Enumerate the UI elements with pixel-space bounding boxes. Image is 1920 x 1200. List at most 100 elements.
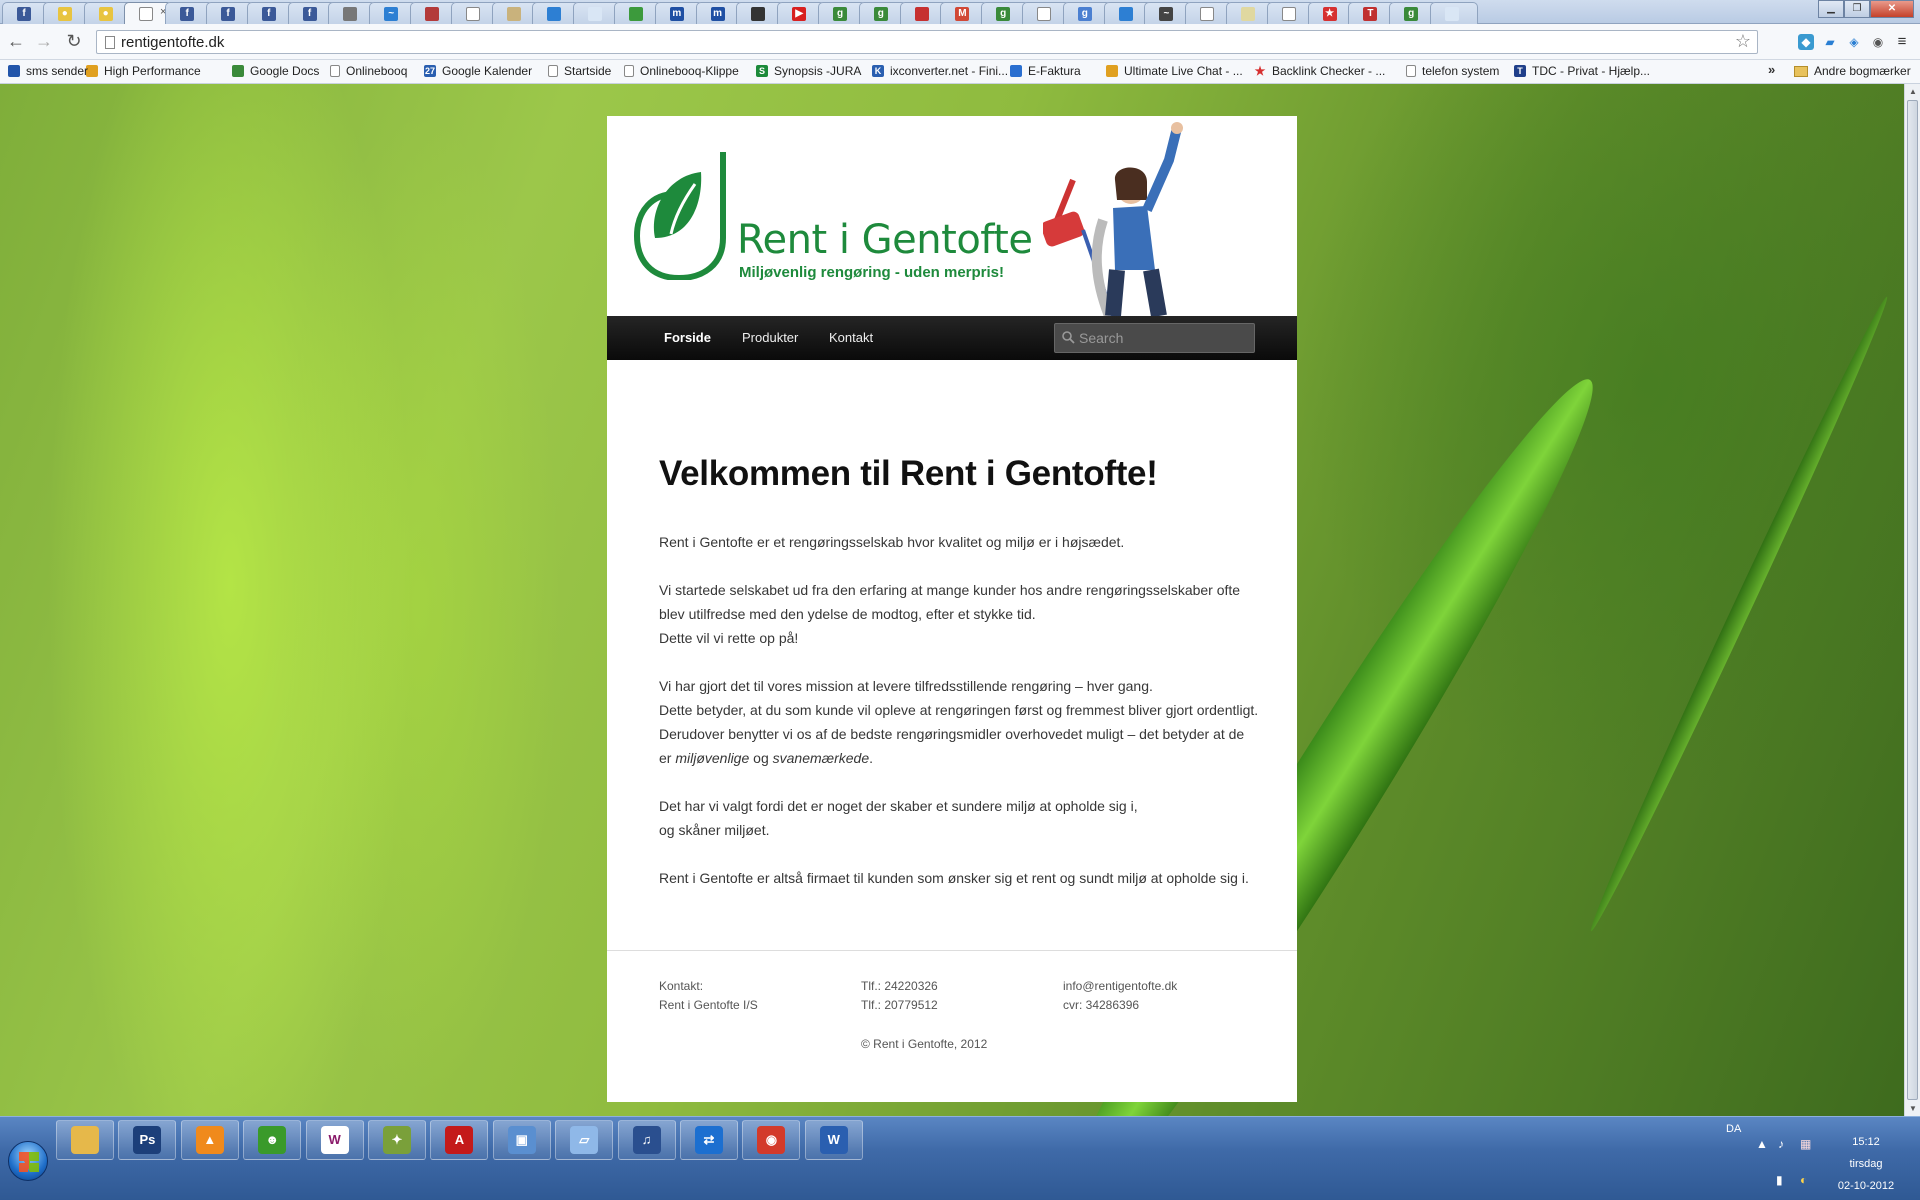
page-icon <box>465 7 480 21</box>
scrollbar-thumb[interactable] <box>1907 100 1918 1100</box>
grass-blade-background <box>1582 292 1896 936</box>
reload-icon[interactable]: ↻ <box>62 30 86 54</box>
taskbar-app-button[interactable]: ◉ <box>742 1120 801 1160</box>
taskbar-app-button[interactable]: A <box>430 1120 489 1160</box>
lightbulb-icon: ● <box>57 7 72 21</box>
site-icon <box>914 7 929 21</box>
start-button[interactable] <box>8 1141 48 1181</box>
search-input[interactable] <box>1079 329 1249 347</box>
page-icon <box>1281 7 1296 21</box>
site-icon <box>506 7 521 21</box>
taskbar-app-button[interactable]: W <box>305 1120 364 1160</box>
taskbar-app-button[interactable]: ✦ <box>368 1120 426 1160</box>
address-bar[interactable]: rentigentofte.dk ☆ <box>96 30 1758 54</box>
bird-app-icon: ✦ <box>383 1126 411 1154</box>
taskbar-app-button[interactable] <box>56 1120 114 1160</box>
bookmark-item[interactable]: telefon system <box>1406 64 1499 78</box>
main-content: Velkommen til Rent i Gentofte! Rent i Ge… <box>659 454 1259 914</box>
taskbar-app-button[interactable]: ▣ <box>492 1120 551 1160</box>
nav-item-kontakt[interactable]: Kontakt <box>829 330 873 345</box>
site-icon <box>1241 7 1255 21</box>
signal-icon[interactable]: ▮ <box>1776 1173 1783 1187</box>
bookmark-item[interactable]: Ultimate Live Chat - ... <box>1106 64 1243 78</box>
explorer-icon <box>71 1126 99 1154</box>
page-viewport: Rent i Gentofte Miljøvenlig rengøring - … <box>0 84 1904 1116</box>
bookmark-item[interactable]: Kixconverter.net - Fini... <box>872 64 1008 78</box>
bookmark-item[interactable]: T TDC - Privat - Hjælp... <box>1514 64 1650 78</box>
facebook-icon: f <box>180 7 195 21</box>
scroll-down-icon[interactable]: ▼ <box>1909 1104 1917 1113</box>
site-icon: ~ <box>384 7 399 21</box>
facebook-icon: f <box>221 7 235 21</box>
site-icon <box>1106 65 1118 77</box>
site-icon <box>1445 7 1459 21</box>
bookmark-item[interactable]: Onlinebooq-Klippe <box>624 64 739 78</box>
google-icon: g <box>1077 7 1092 21</box>
extension-icon[interactable]: ◈ <box>1846 34 1862 50</box>
extension-icon[interactable]: ▰ <box>1822 34 1838 50</box>
taskbar-app-button[interactable]: W <box>804 1120 863 1160</box>
bookmark-label: ixconverter.net - Fini... <box>890 64 1009 78</box>
bookmark-item[interactable]: High Performance <box>86 64 201 78</box>
system-clock[interactable]: 15:12 tirsdag 02-10-2012 <box>1826 1131 1906 1197</box>
minimize-button[interactable]: ▁ <box>1818 0 1844 18</box>
restore-button[interactable]: ❐ <box>1844 0 1870 18</box>
footer-email-link[interactable]: info@rentigentofte.dk <box>1063 977 1177 996</box>
site-header[interactable]: Rent i Gentofte Miljøvenlig rengøring - … <box>607 116 1297 316</box>
language-indicator[interactable]: DA <box>1726 1123 1741 1135</box>
bookmark-item[interactable]: Google Docs <box>232 64 319 78</box>
taskbar-app-button[interactable]: ▲ <box>180 1120 239 1160</box>
site-icon: T <box>1514 65 1526 77</box>
search-box[interactable] <box>1054 323 1255 353</box>
bookmark-item[interactable]: Startside <box>548 64 611 78</box>
taskbar-app-button[interactable]: ☻ <box>243 1120 302 1160</box>
gmail-icon: M <box>955 7 970 21</box>
page-icon <box>330 65 340 77</box>
bookmark-item[interactable]: E-Faktura <box>1010 64 1081 78</box>
update-icon[interactable]: ◐ <box>1800 1173 1807 1187</box>
paragraph: Vi startede selskabet ud fra den erfarin… <box>659 582 1241 646</box>
bookmark-item[interactable]: sms sender <box>8 64 88 78</box>
vertical-scrollbar[interactable]: ▲ ▼ <box>1904 84 1920 1116</box>
bookmarks-overflow-chevron-icon[interactable]: » <box>1768 62 1775 77</box>
folder-icon <box>1794 65 1808 77</box>
google-icon: g <box>833 7 847 21</box>
windows-logo-icon <box>19 1152 39 1172</box>
show-hidden-icons-icon[interactable]: ▲ <box>1756 1137 1768 1151</box>
browser-tab[interactable] <box>1430 2 1478 24</box>
bookmark-label: Synopsis -JURA <box>774 64 862 78</box>
eye-extension-icon[interactable]: ◉ <box>1870 34 1886 50</box>
taskbar-app-button[interactable]: ▱ <box>555 1120 614 1160</box>
photoshop-icon: Ps <box>133 1126 162 1154</box>
taskbar-app-button[interactable]: ⇄ <box>680 1120 738 1160</box>
network-icon[interactable]: ▦ <box>1800 1137 1811 1151</box>
site-icon <box>425 7 439 21</box>
bookmark-item[interactable]: Onlinebooq <box>330 64 407 78</box>
site-icon <box>1118 7 1133 21</box>
taskbar-app-button[interactable]: Ps <box>118 1120 177 1160</box>
clock-time: 15:12 <box>1852 1136 1880 1148</box>
bookmark-label: telefon system <box>1422 64 1500 78</box>
taskbar-app-button[interactable]: ♫ <box>617 1120 676 1160</box>
close-window-button[interactable]: ✕ <box>1870 0 1914 18</box>
taskbar: DA ▲ ♪ ▦ ▮ ◐ 15:12 tirsdag 02-10-2012 Ps… <box>0 1116 1920 1200</box>
forward-arrow-icon[interactable]: → <box>32 30 56 54</box>
clock-day: tirsdag <box>1849 1158 1883 1170</box>
other-bookmarks-folder[interactable]: Andre bogmærker <box>1794 64 1911 78</box>
bookmark-label: sms sender <box>26 64 89 78</box>
nav-item-produkter[interactable]: Produkter <box>742 330 798 345</box>
bookmark-item[interactable]: 27 Google Kalender <box>424 64 532 78</box>
scroll-up-icon[interactable]: ▲ <box>1909 87 1917 96</box>
star-icon: ★ <box>1254 64 1266 78</box>
facebook-icon: f <box>17 7 31 21</box>
menu-icon[interactable]: ≡ <box>1894 34 1910 50</box>
back-arrow-icon[interactable]: ← <box>4 30 28 54</box>
page-title: Velkommen til Rent i Gentofte! <box>659 454 1158 493</box>
bookmark-item[interactable]: ★ Backlink Checker - ... <box>1254 64 1386 78</box>
volume-icon[interactable]: ♪ <box>1778 1137 1784 1151</box>
bookmark-star-icon[interactable]: ☆ <box>1735 31 1751 52</box>
site-icon <box>547 7 562 21</box>
extension-icon[interactable]: ◆ <box>1798 34 1814 50</box>
bookmark-item[interactable]: S Synopsis -JURA <box>756 64 861 78</box>
nav-item-forside[interactable]: Forside <box>664 330 711 345</box>
